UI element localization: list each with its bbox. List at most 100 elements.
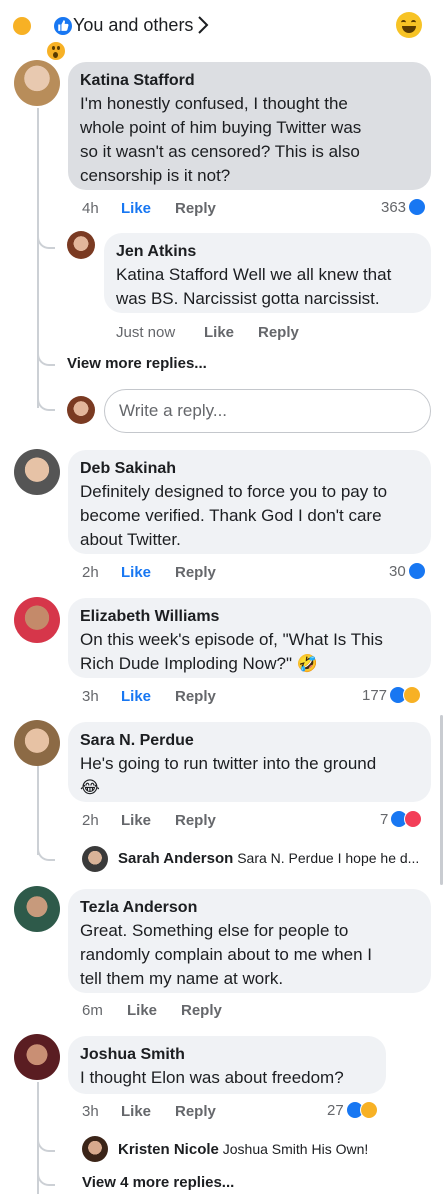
comment-text-line: 😂 — [80, 778, 100, 797]
comment-text-line: randomly complain about to me when I — [80, 945, 372, 964]
reply-bubble[interactable]: Jen Atkins Katina Stafford Well we all k… — [104, 233, 431, 313]
reaction-count-number: 27 — [327, 1101, 344, 1119]
reaction-count-number: 363 — [381, 198, 407, 216]
header: You and others — [0, 0, 445, 61]
reply-button[interactable]: Reply — [181, 1002, 222, 1019]
like-reaction-icon — [53, 16, 74, 36]
avatar[interactable] — [14, 449, 60, 495]
like-button[interactable]: Like — [121, 812, 151, 829]
comment-time: 3h — [82, 1103, 99, 1120]
write-reply-placeholder: Write a reply... — [119, 401, 228, 420]
haha-reaction-icon — [403, 686, 422, 704]
comment-bubble[interactable]: Sara N. Perdue He's going to run twitter… — [68, 722, 431, 802]
comment-author[interactable]: Deb Sakinah — [80, 458, 419, 480]
comment-bubble[interactable]: Elizabeth Williams On this week's episod… — [68, 598, 431, 678]
reaction-summary[interactable] — [12, 14, 74, 61]
like-button[interactable]: Like — [121, 200, 151, 217]
reply-preview-text: Sara N. Perdue I hope he d... — [237, 850, 420, 866]
reply-button[interactable]: Reply — [175, 564, 216, 581]
reply-preview-author[interactable]: Kristen Nicole — [118, 1141, 219, 1158]
reply-preview[interactable]: Kristen Nicole Joshua Smith His Own! — [118, 1141, 368, 1158]
reply-button[interactable]: Reply — [175, 688, 216, 705]
like-button[interactable]: Like — [204, 324, 234, 341]
reply-button[interactable]: Reply — [175, 1103, 216, 1120]
avatar[interactable] — [82, 1136, 108, 1162]
view-more-replies-link[interactable]: View 4 more replies... — [82, 1174, 234, 1191]
comment-text-line: I'm honestly confused, I thought the — [80, 94, 348, 113]
comment-text-line: tell them my name at work. — [80, 969, 284, 988]
thread-branch — [37, 385, 55, 411]
comment-author[interactable]: Sara N. Perdue — [80, 730, 419, 752]
comment-actions: 2h Like Reply — [82, 564, 422, 584]
haha-reaction-icon — [12, 16, 32, 36]
comment-author[interactable]: Joshua Smith — [80, 1044, 374, 1066]
avatar[interactable] — [14, 886, 60, 932]
reply-preview-author[interactable]: Sarah Anderson — [118, 850, 233, 867]
like-button[interactable]: Like — [121, 688, 151, 705]
comment-text-line: Definitely designed to force you to pay … — [80, 482, 388, 501]
comment-text-line: On this week's episode of, "What Is This — [80, 630, 383, 649]
comment-author[interactable]: Katina Stafford — [80, 70, 419, 92]
like-reaction-icon — [408, 198, 427, 216]
comment-bubble[interactable]: Katina Stafford I'm honestly confused, I… — [68, 62, 431, 190]
comment-author[interactable]: Jen Atkins — [116, 241, 419, 263]
comment-time: Just now — [116, 324, 176, 341]
comment-text-line: Great. Something else for people to — [80, 921, 349, 940]
comment-text-line: whole point of him buying Twitter was — [80, 118, 362, 137]
comment-bubble[interactable]: Joshua Smith I thought Elon was about fr… — [68, 1036, 386, 1094]
comment-author[interactable]: Elizabeth Williams — [80, 606, 419, 628]
like-button[interactable]: Like — [121, 1103, 151, 1120]
current-user-avatar[interactable] — [67, 396, 95, 424]
avatar[interactable] — [14, 597, 60, 643]
comment-actions: 6m Like Reply — [82, 1002, 422, 1022]
comment-actions: 4h Like Reply — [82, 200, 422, 220]
reaction-count[interactable]: 7 — [380, 810, 423, 828]
reactions-title[interactable]: You and others — [73, 15, 193, 36]
reaction-count[interactable]: 363 — [381, 198, 427, 216]
laughing-emoji-icon[interactable] — [396, 12, 422, 38]
haha-reaction-icon — [359, 1101, 378, 1119]
like-button[interactable]: Like — [121, 564, 151, 581]
comment-time: 4h — [82, 200, 99, 217]
avatar[interactable] — [14, 60, 60, 106]
reply-button[interactable]: Reply — [175, 200, 216, 217]
reaction-count[interactable]: 30 — [389, 562, 426, 580]
thread-branch — [37, 215, 55, 249]
scrollbar[interactable] — [440, 715, 443, 885]
comment-text-line: He's going to run twitter into the groun… — [80, 754, 377, 773]
comment-bubble[interactable]: Deb Sakinah Definitely designed to force… — [68, 450, 431, 554]
write-reply-input[interactable]: Write a reply... — [104, 389, 431, 433]
comment-actions: 2h Like Reply — [82, 812, 422, 832]
comment-bubble[interactable]: Tezla Anderson Great. Something else for… — [68, 889, 431, 993]
comment-time: 2h — [82, 564, 99, 581]
chevron-right-icon[interactable] — [196, 14, 210, 41]
comment-text-line: was BS. Narcissist gotta narcissist. — [116, 289, 380, 308]
reaction-count[interactable]: 27 — [327, 1101, 378, 1119]
view-more-replies-link[interactable]: View more replies... — [67, 355, 207, 372]
thread-branch — [37, 835, 55, 861]
comment-time: 6m — [82, 1002, 103, 1019]
comment-text-line: censorship is it not? — [80, 166, 231, 185]
reply-button[interactable]: Reply — [258, 324, 299, 341]
avatar[interactable] — [82, 846, 108, 872]
comment-text-line: become verified. Thank God I don't care — [80, 506, 382, 525]
reply-button[interactable]: Reply — [175, 812, 216, 829]
comment-text-line: so it wasn't as censored? This is also — [80, 142, 360, 161]
like-button[interactable]: Like — [127, 1002, 157, 1019]
comment-time: 3h — [82, 688, 99, 705]
reply-actions: Just now Like Reply — [116, 324, 416, 344]
reaction-count[interactable]: 177 — [362, 686, 422, 704]
thread-branch — [37, 1126, 55, 1152]
avatar[interactable] — [14, 1034, 60, 1080]
reply-preview[interactable]: Sarah Anderson Sara N. Perdue I hope he … — [118, 850, 419, 867]
comment-text-line: Katina Stafford Well we all knew that — [116, 265, 392, 284]
comment-author[interactable]: Tezla Anderson — [80, 897, 419, 919]
avatar[interactable] — [14, 720, 60, 766]
thread-branch — [37, 340, 55, 366]
thread-branch — [37, 1160, 55, 1186]
comment-text-line: I thought Elon was about freedom? — [80, 1068, 344, 1087]
comment-text-line: Rich Dude Imploding Now?" 🤣 — [80, 654, 318, 673]
love-reaction-icon — [404, 810, 423, 828]
avatar[interactable] — [67, 231, 95, 259]
comment-time: 2h — [82, 812, 99, 829]
